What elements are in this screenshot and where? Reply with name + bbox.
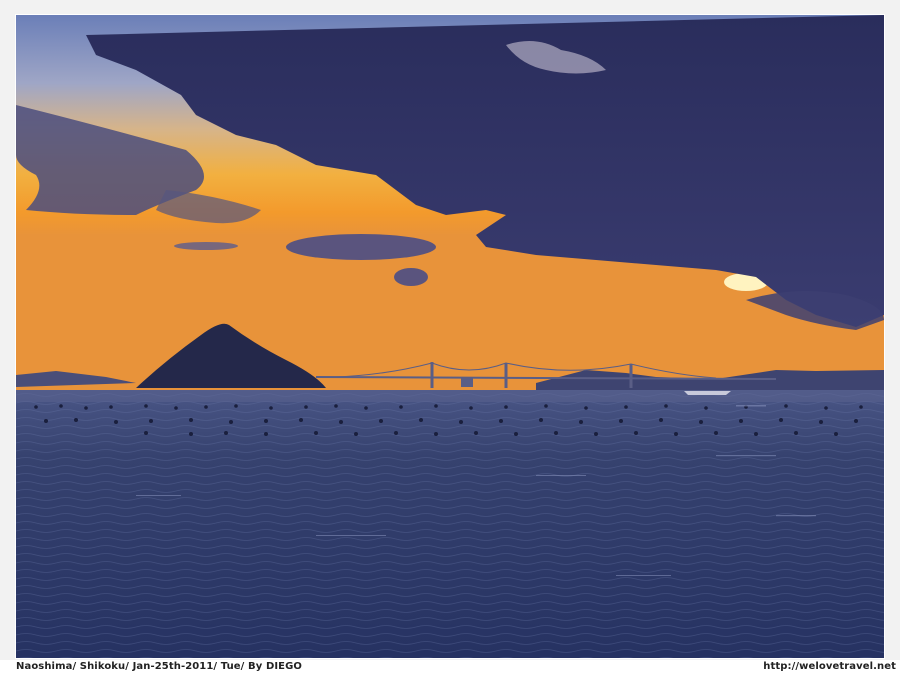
distant-boat xyxy=(684,391,731,395)
small-cloud-2 xyxy=(394,268,428,286)
caption-bar: Naoshima/ Shikoku/ Jan-25th-2011/ Tue/ B… xyxy=(0,660,900,675)
sunset-scene xyxy=(16,15,884,658)
small-cloud-3 xyxy=(174,242,238,250)
sea-ripples xyxy=(16,390,884,658)
sunset-photo xyxy=(16,15,884,658)
website-link[interactable]: http://welovetravel.net xyxy=(763,660,896,674)
small-cloud-1 xyxy=(286,234,436,260)
photo-frame xyxy=(0,0,900,660)
photo-caption: Naoshima/ Shikoku/ Jan-25th-2011/ Tue/ B… xyxy=(16,661,303,672)
horizon-haze xyxy=(16,390,884,402)
